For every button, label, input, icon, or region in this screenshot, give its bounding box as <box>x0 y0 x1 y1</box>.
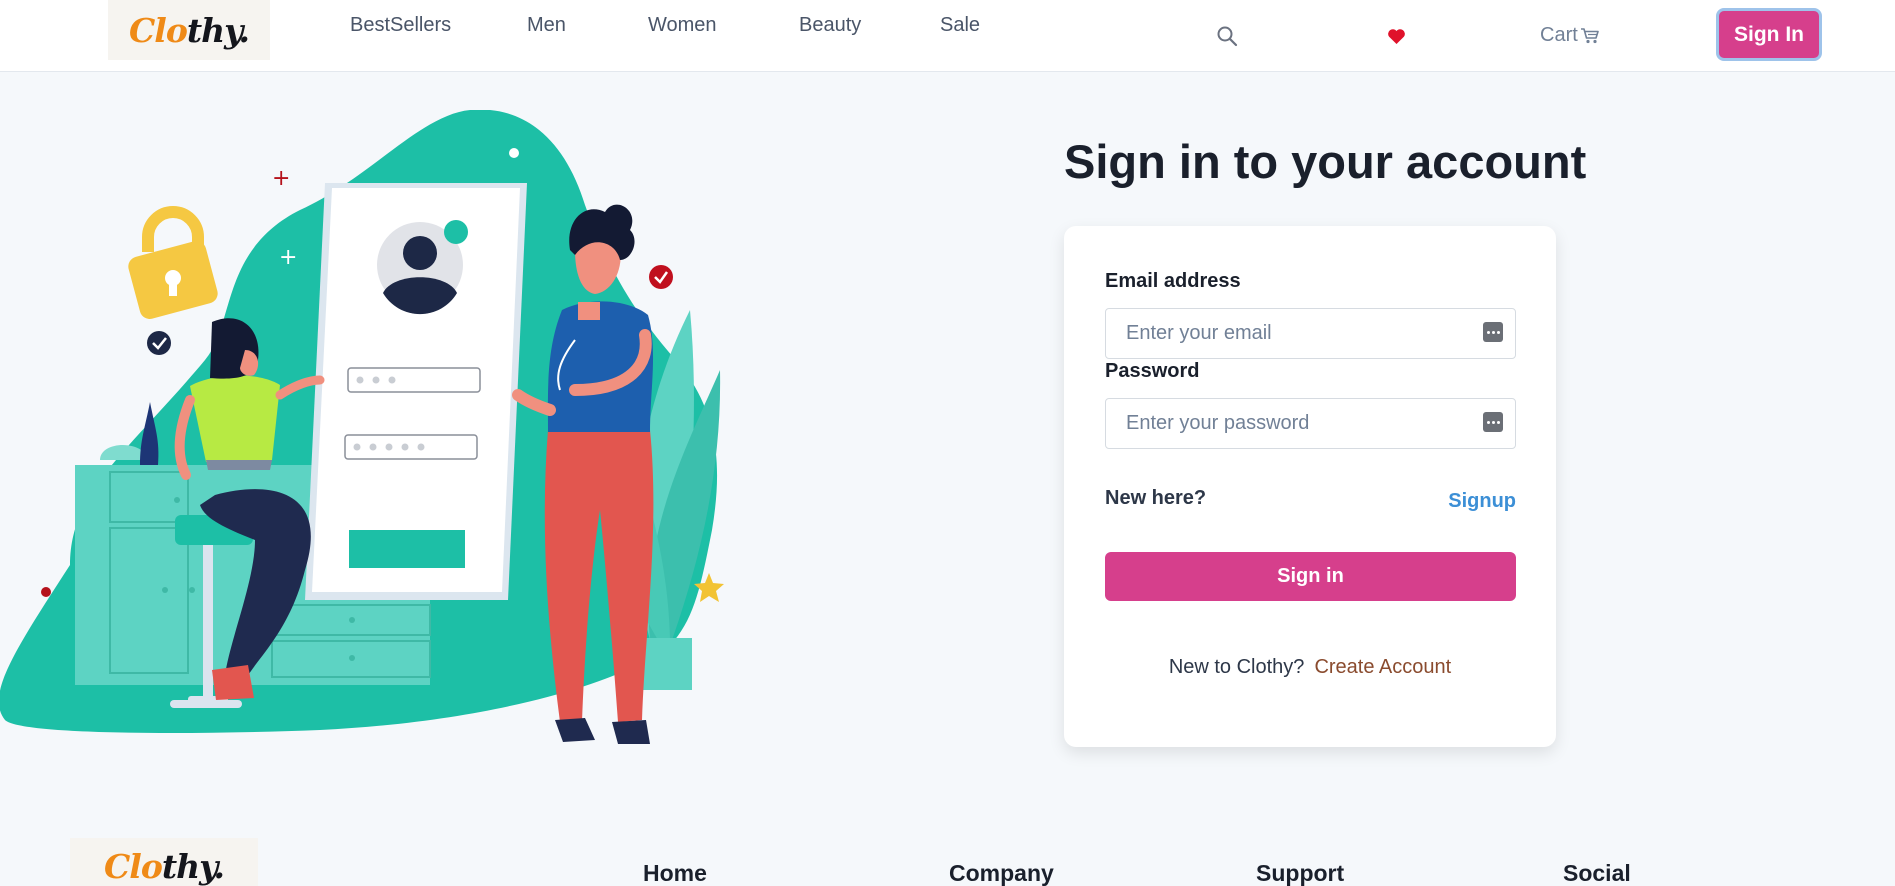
logo-text: Clothy. <box>129 10 250 50</box>
email-field-wrapper <box>1105 308 1516 359</box>
email-field[interactable] <box>1106 309 1515 358</box>
new-here-text: New here? <box>1105 487 1207 509</box>
top-navbar: Clothy. BestSellers Men Women Beauty Sal… <box>0 0 1895 72</box>
nav-link-women[interactable]: Women <box>648 14 717 37</box>
brand-logo[interactable]: Clothy. <box>108 0 270 60</box>
footer-heading-home: Home <box>643 860 707 886</box>
phone-mockup <box>305 183 527 600</box>
password-manager-icon[interactable] <box>1483 322 1503 342</box>
plus-sparkle-icon: + <box>272 166 290 191</box>
heart-icon <box>1387 28 1405 44</box>
signin-card: Email address Password New here? Signup … <box>1064 226 1556 747</box>
check-badge-icon <box>649 265 673 289</box>
password-manager-icon[interactable] <box>1483 412 1503 432</box>
dot-sparkle <box>41 587 51 597</box>
nav-link-beauty[interactable]: Beauty <box>799 14 861 37</box>
password-label: Password <box>1105 360 1200 382</box>
search-button[interactable] <box>1215 24 1239 48</box>
cart-icon <box>1580 27 1599 43</box>
create-account-link[interactable]: Create Account <box>1314 656 1451 678</box>
new-to-clothy-text: New to Clothy? <box>1168 656 1305 678</box>
dot-sparkle <box>509 148 519 158</box>
password-field[interactable] <box>1106 399 1515 448</box>
cart-label: Cart <box>1540 24 1578 46</box>
footer-heading-company: Company <box>949 860 1054 886</box>
nav-link-men[interactable]: Men <box>527 14 566 37</box>
cart-button[interactable]: Cart <box>1540 24 1600 47</box>
footer-logo-text: Clothy. <box>104 846 225 886</box>
favorites-button[interactable] <box>1385 25 1407 47</box>
signup-link[interactable]: Signup <box>1448 490 1516 513</box>
footer-logo[interactable]: Clothy. <box>70 838 258 886</box>
footer-heading-support: Support <box>1256 860 1345 886</box>
email-label: Email address <box>1105 270 1241 292</box>
signin-button[interactable]: Sign in <box>1105 552 1516 601</box>
plus-sparkle-icon: + <box>279 245 297 270</box>
footer-heading-social: Social <box>1563 860 1631 886</box>
page-title: Sign in to your account <box>1064 135 1587 188</box>
password-field-wrapper <box>1105 398 1516 449</box>
padlock-icon <box>128 206 218 320</box>
create-account-row: New to Clothy? Create Account <box>1064 656 1556 679</box>
nav-signin-button[interactable]: Sign In <box>1716 8 1822 61</box>
login-illustration: + + <box>0 110 724 744</box>
search-icon <box>1217 26 1238 47</box>
nav-link-sale[interactable]: Sale <box>940 14 980 37</box>
check-badge-icon <box>147 331 171 355</box>
nav-link-bestsellers[interactable]: BestSellers <box>350 14 451 37</box>
